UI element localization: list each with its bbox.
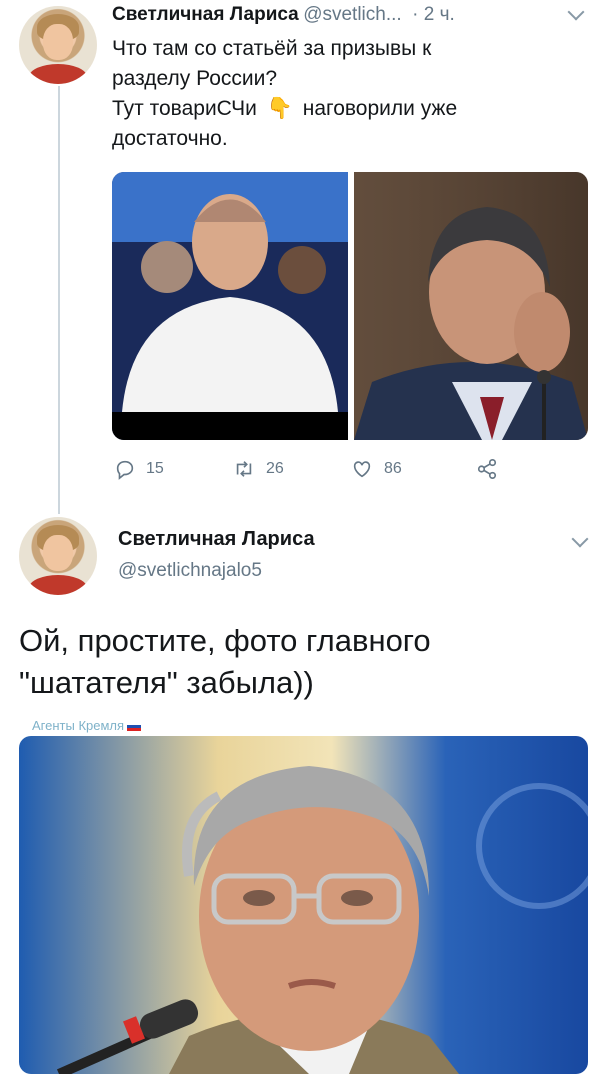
tweet-text-line: "шатателя" забыла)): [19, 665, 314, 700]
author-name[interactable]: Светличная Лариса: [112, 4, 299, 25]
tweet-actions: 15 26 86: [114, 458, 514, 480]
avatar[interactable]: [19, 6, 97, 84]
author-handle[interactable]: @svetlichnajalo5: [118, 560, 315, 582]
tweet-text: Ой, простите, фото главного "шатателя" з…: [19, 620, 589, 704]
tweet-text-line: Что там со статьёй за призывы к: [112, 37, 432, 60]
tweet-header: Светличная Лариса @svetlich... · 2 ч.: [112, 4, 455, 26]
tweet-media[interactable]: [19, 736, 588, 1074]
thread-line: [58, 86, 60, 514]
pointing-down-emoji: 👇: [266, 97, 293, 120]
tweet-text-line: Ой, простите, фото главного: [19, 623, 431, 658]
heart-icon: [353, 461, 371, 478]
author-name[interactable]: Светличная Лариса: [118, 528, 315, 551]
share-button[interactable]: [476, 458, 498, 480]
retweet-icon: [236, 461, 252, 477]
tweet-photo: [19, 736, 588, 1074]
tweet-text-line: достаточно.: [112, 127, 228, 150]
tweet-text: Что там со статьёй за призывы к разделу …: [112, 34, 582, 154]
reply-icon: [116, 460, 134, 480]
share-icon: [477, 459, 497, 479]
tweet-text-line: разделу России?: [112, 67, 278, 90]
tweet-author: Светличная Лариса @svetlichnajalo5: [118, 528, 315, 582]
retweet-button[interactable]: 26: [232, 458, 350, 480]
chevron-down-icon[interactable]: [571, 530, 589, 548]
author-handle[interactable]: @svetlich...: [303, 4, 401, 25]
like-button[interactable]: 86: [350, 458, 476, 480]
tweet-time[interactable]: · 2 ч.: [412, 4, 455, 25]
like-count: 86: [384, 460, 402, 477]
watermark: Агенты Кремля: [32, 718, 142, 733]
chevron-down-icon[interactable]: [567, 3, 585, 21]
reply-button[interactable]: 15: [114, 458, 232, 480]
tweet-photos: [112, 172, 588, 440]
tweet-text-line: Тут товариСЧи 👇 наговорили уже: [112, 97, 458, 120]
russia-flag-icon: [127, 722, 142, 732]
tweet-media[interactable]: [112, 172, 588, 440]
reply-count: 15: [146, 460, 164, 477]
retweet-count: 26: [266, 460, 284, 477]
avatar[interactable]: [19, 517, 97, 595]
